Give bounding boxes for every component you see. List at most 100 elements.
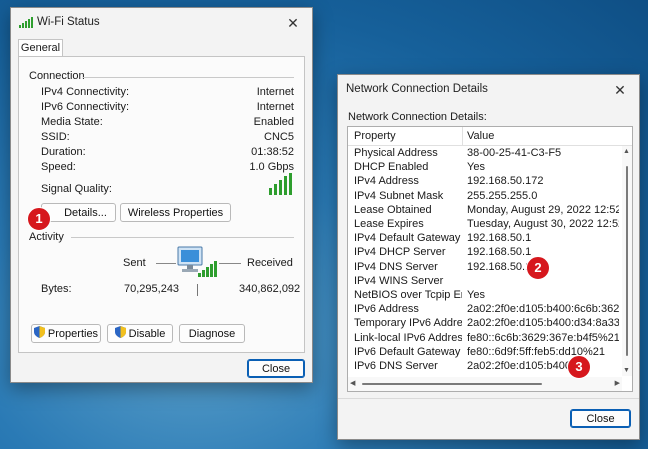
callout-badge-2: 2 bbox=[526, 256, 550, 280]
property-cell: IPv6 DNS Server bbox=[354, 360, 438, 372]
property-cell: IPv4 DHCP Server bbox=[354, 246, 446, 259]
close-icon[interactable]: ✕ bbox=[609, 79, 631, 101]
value-cell: 2a02:2f0e:d105:b400:d34:8a33:1ba0 bbox=[467, 317, 619, 330]
value-cell: 255.255.255.0 bbox=[467, 189, 538, 202]
bytes-received-value: 340,862,092 bbox=[239, 283, 301, 295]
value-cell: Tuesday, August 30, 2022 12:52:05 F bbox=[467, 218, 619, 230]
bytes-sent-value: 70,295,243 bbox=[124, 283, 180, 295]
info-row: IPv4 Connectivity: Internet bbox=[19, 86, 294, 100]
scroll-right-arrow[interactable]: ▶ bbox=[615, 379, 620, 387]
scroll-up-arrow[interactable]: ▲ bbox=[623, 148, 630, 155]
property-cell: Physical Address bbox=[354, 147, 438, 159]
property-cell: IPv6 Default Gateway bbox=[354, 345, 461, 358]
window-title: Network Connection Details bbox=[346, 83, 488, 95]
hscrollbar-thumb[interactable] bbox=[362, 383, 542, 385]
tab-general[interactable]: General bbox=[18, 39, 63, 57]
wireless-properties-button[interactable]: Wireless Properties bbox=[120, 203, 231, 222]
list-row[interactable]: DHCP Enabled Yes bbox=[348, 161, 632, 175]
value-cell: 2a02:2f0e:d105:b400:6c6b:3629:367 bbox=[467, 303, 619, 316]
list-row[interactable]: Lease Expires Tuesday, August 30, 2022 12… bbox=[348, 218, 632, 232]
connection-rows: IPv4 Connectivity: Internet IPv6 Connect… bbox=[19, 86, 294, 186]
network-computer-icon bbox=[176, 245, 218, 284]
list-row[interactable]: IPv4 DHCP Server 192.168.50.1 bbox=[348, 246, 632, 260]
details-list[interactable]: Property Value Physical Address 38-00-25-… bbox=[347, 126, 633, 392]
wifi-status-window: Wi-Fi Status ✕ General Connection IPv4 C… bbox=[10, 7, 313, 383]
row-label: IPv6 Connectivity: bbox=[41, 101, 130, 113]
scroll-left-arrow[interactable]: ◀ bbox=[350, 379, 355, 387]
callout-badge-1: 1 bbox=[27, 207, 51, 231]
info-row: SSID: CNC5 bbox=[19, 131, 294, 145]
network-details-window: Network Connection Details ✕ Network Con… bbox=[337, 74, 640, 440]
list-row[interactable]: IPv4 Default Gateway 192.168.50.1 bbox=[348, 232, 632, 246]
properties-button[interactable]: Properties bbox=[31, 324, 101, 343]
scroll-down-arrow[interactable]: ▼ bbox=[623, 367, 630, 374]
disable-button[interactable]: Disable bbox=[107, 324, 173, 343]
activity-divider-vertical bbox=[197, 284, 198, 296]
scrollbar-thumb[interactable] bbox=[626, 166, 628, 356]
property-cell: IPv4 Subnet Mask bbox=[354, 189, 444, 202]
footer-divider bbox=[338, 398, 639, 399]
sent-label: Sent bbox=[123, 257, 146, 269]
tab-general-label: General bbox=[20, 42, 61, 54]
row-label: Speed: bbox=[41, 161, 76, 173]
value-cell: 192.168.50.172 bbox=[467, 175, 544, 188]
row-label: Duration: bbox=[41, 146, 86, 158]
value-cell: Monday, August 29, 2022 12:52:06 P bbox=[467, 203, 619, 216]
list-row[interactable]: IPv6 Address 2a02:2f0e:d105:b400:6c6b:362… bbox=[348, 303, 632, 317]
property-cell: Lease Expires bbox=[354, 218, 424, 230]
close-icon[interactable]: ✕ bbox=[282, 12, 304, 34]
received-line bbox=[219, 263, 241, 264]
property-cell: Link-local IPv6 Address bbox=[354, 331, 462, 344]
property-cell: NetBIOS over Tcpip En... bbox=[354, 289, 462, 301]
bytes-label: Bytes: bbox=[41, 283, 72, 295]
column-divider bbox=[462, 127, 463, 145]
list-row[interactable]: IPv4 DNS Server 192.168.50.1 bbox=[348, 261, 632, 275]
row-label: Media State: bbox=[41, 116, 103, 128]
disable-button-label: Disable bbox=[128, 327, 166, 340]
wifi-status-titlebar: Wi-Fi Status ✕ bbox=[11, 8, 312, 38]
list-row[interactable]: IPv4 Address 192.168.50.172 bbox=[348, 175, 632, 189]
shield-icon bbox=[114, 326, 126, 341]
value-cell: Yes bbox=[467, 161, 485, 174]
connection-divider bbox=[83, 77, 294, 78]
property-cell: IPv6 Address bbox=[354, 303, 419, 316]
value-cell: fe80::6c6b:3629:367e:b4f5%21 bbox=[467, 331, 619, 344]
list-row[interactable]: Temporary IPv6 Address 2a02:2f0e:d105:b40… bbox=[348, 317, 632, 331]
details-button[interactable]: Details... bbox=[41, 203, 116, 222]
signal-bars-icon bbox=[269, 173, 293, 198]
details-close-button[interactable]: Close bbox=[570, 409, 631, 428]
row-label: SSID: bbox=[41, 131, 70, 143]
close-button-label: Close bbox=[261, 362, 291, 375]
wifi-close-button[interactable]: Close bbox=[247, 359, 305, 378]
list-row[interactable]: NetBIOS over Tcpip En... Yes bbox=[348, 289, 632, 303]
callout-badge-3: 3 bbox=[567, 355, 591, 379]
property-cell: Temporary IPv6 Address bbox=[354, 317, 462, 330]
wireless-properties-label: Wireless Properties bbox=[127, 206, 224, 219]
row-value: Internet bbox=[256, 86, 294, 98]
horizontal-scrollbar[interactable]: ◀ ▶ bbox=[348, 377, 622, 391]
column-header-property[interactable]: Property bbox=[354, 130, 396, 142]
value-cell: Yes bbox=[467, 289, 485, 301]
info-row: Speed: 1.0 Gbps bbox=[19, 161, 294, 175]
diagnose-button[interactable]: Diagnose bbox=[179, 324, 245, 343]
row-value: 1.0 Gbps bbox=[249, 161, 294, 173]
details-subtitle: Network Connection Details: bbox=[348, 111, 487, 123]
value-cell: 38-00-25-41-C3-F5 bbox=[467, 147, 562, 159]
details-button-label: Details... bbox=[64, 206, 107, 219]
value-cell: 192.168.50.1 bbox=[467, 232, 532, 245]
vertical-scrollbar[interactable]: ▲ ▼ bbox=[622, 146, 632, 376]
list-row[interactable]: IPv4 WINS Server bbox=[348, 275, 632, 289]
row-label: IPv4 Connectivity: bbox=[41, 86, 130, 98]
list-row[interactable]: Physical Address 38-00-25-41-C3-F5 bbox=[348, 147, 632, 161]
property-cell: Lease Obtained bbox=[354, 203, 432, 216]
window-title: Wi-Fi Status bbox=[37, 16, 100, 28]
list-row[interactable]: IPv4 Subnet Mask 255.255.255.0 bbox=[348, 190, 632, 204]
shield-icon bbox=[33, 326, 45, 341]
list-row[interactable]: Link-local IPv6 Address fe80::6c6b:3629:3… bbox=[348, 332, 632, 346]
info-row: Media State: Enabled bbox=[19, 116, 294, 130]
list-row[interactable]: IPv6 Default Gateway fe80::6d9f:5ff:feb5:… bbox=[348, 346, 632, 360]
list-row[interactable]: Lease Obtained Monday, August 29, 2022 12… bbox=[348, 204, 632, 218]
column-header-value[interactable]: Value bbox=[467, 130, 494, 142]
property-cell: IPv4 Default Gateway bbox=[354, 232, 461, 245]
close-button-label: Close bbox=[586, 412, 615, 425]
